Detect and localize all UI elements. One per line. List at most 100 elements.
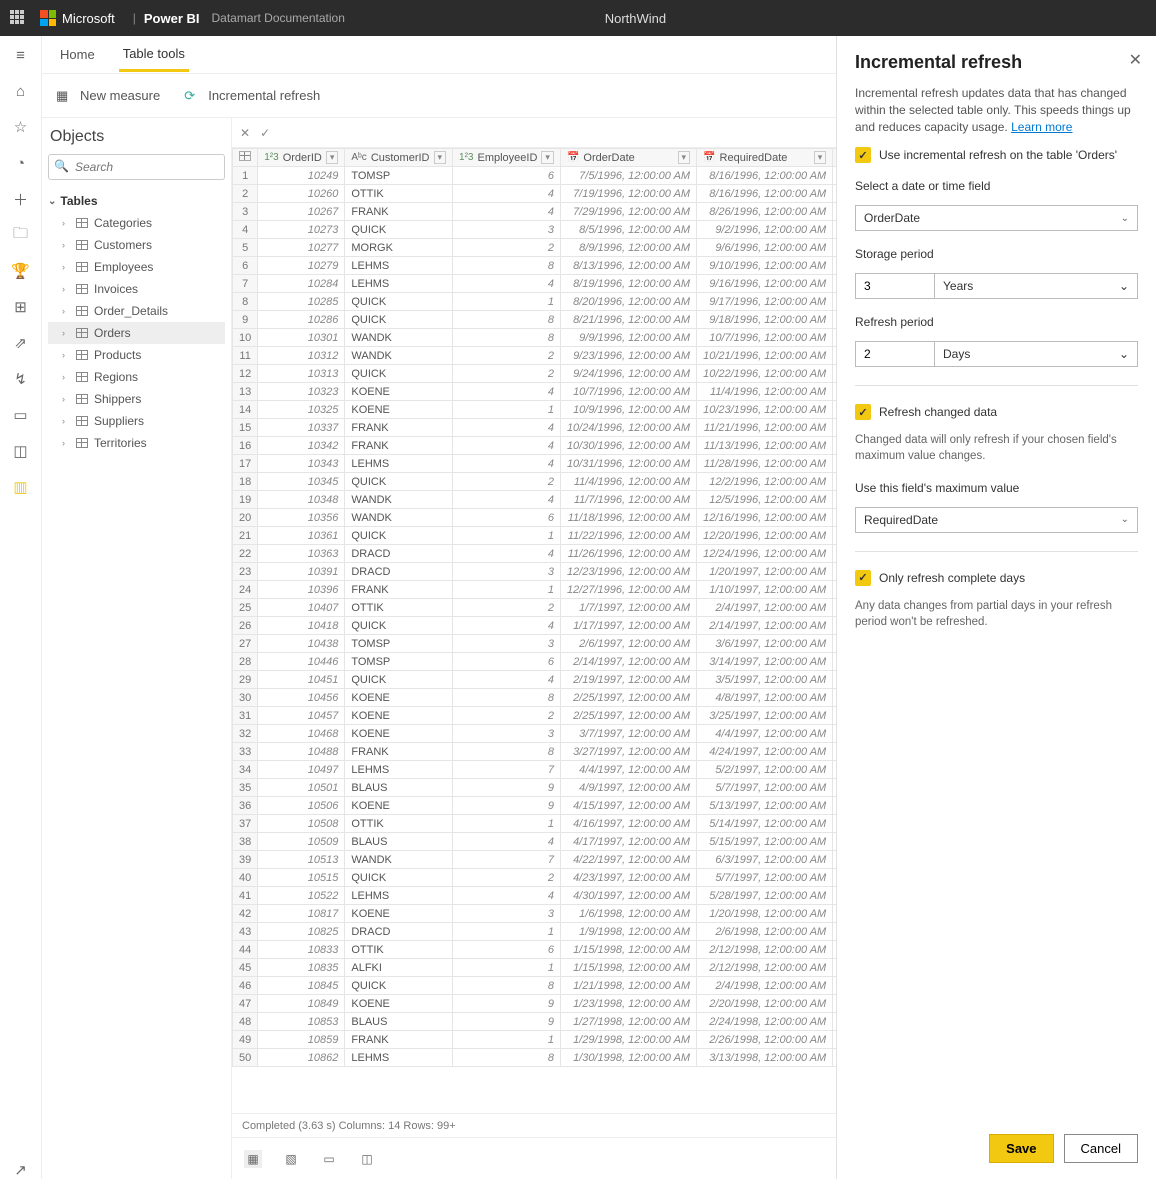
- table-row[interactable]: 1610342FRANK410/30/1996, 12:00:00 AM11/1…: [233, 437, 837, 455]
- table-row[interactable]: 210260OTTIK47/19/1996, 12:00:00 AM8/16/1…: [233, 185, 837, 203]
- incremental-refresh-button[interactable]: ⟳ Incremental refresh: [184, 88, 320, 104]
- relation-view-icon[interactable]: ◫: [358, 1150, 376, 1168]
- storage-unit-select[interactable]: Years ⌄: [935, 273, 1138, 299]
- app-launcher-icon[interactable]: [10, 10, 26, 26]
- table-row[interactable]: 3310488FRANK83/27/1997, 12:00:00 AM4/24/…: [233, 743, 837, 761]
- share-icon[interactable]: ⇗: [12, 334, 30, 352]
- workspace-icon[interactable]: ◫: [12, 442, 30, 460]
- column-filter-icon[interactable]: ▾: [814, 151, 827, 164]
- table-row[interactable]: 4010515QUICK24/23/1997, 12:00:00 AM5/7/1…: [233, 869, 837, 887]
- refresh-unit-select[interactable]: Days ⌄: [935, 341, 1138, 367]
- save-button[interactable]: Save: [989, 1134, 1053, 1163]
- table-row[interactable]: 610279LEHMS88/13/1996, 12:00:00 AM9/10/1…: [233, 257, 837, 275]
- refresh-period-input[interactable]: [855, 341, 935, 367]
- table-row[interactable]: 2010356WANDK611/18/1996, 12:00:00 AM12/1…: [233, 509, 837, 527]
- datamart-icon[interactable]: ▥: [12, 478, 30, 496]
- table-item-invoices[interactable]: ›Invoices: [48, 278, 225, 300]
- complete-days-checkbox[interactable]: ✓ Only refresh complete days: [855, 570, 1138, 586]
- grid-scroll[interactable]: 1²3OrderID▾AᵇcCustomerID▾1²3EmployeeID▾📅…: [232, 148, 836, 1113]
- table-row[interactable]: 2410396FRANK112/27/1996, 12:00:00 AM1/10…: [233, 581, 837, 599]
- table-item-employees[interactable]: ›Employees: [48, 256, 225, 278]
- table-row[interactable]: 1210313QUICK29/24/1996, 12:00:00 AM10/22…: [233, 365, 837, 383]
- table-item-products[interactable]: ›Products: [48, 344, 225, 366]
- data-icon[interactable]: 🗀: [12, 226, 30, 244]
- table-row[interactable]: 4810853BLAUS91/27/1998, 12:00:00 AM2/24/…: [233, 1013, 837, 1031]
- goals-icon[interactable]: 🏆: [12, 262, 30, 280]
- table-view-icon[interactable]: ▦: [244, 1150, 262, 1168]
- table-row[interactable]: 2210363DRACD411/26/1996, 12:00:00 AM12/2…: [233, 545, 837, 563]
- table-row[interactable]: 110249TOMSP67/5/1996, 12:00:00 AM8/16/19…: [233, 167, 837, 185]
- table-item-categories[interactable]: ›Categories: [48, 212, 225, 234]
- table-row[interactable]: 4910859FRANK11/29/1998, 12:00:00 AM2/26/…: [233, 1031, 837, 1049]
- tab-home[interactable]: Home: [56, 39, 99, 70]
- query-view-icon[interactable]: ▭: [320, 1150, 338, 1168]
- column-filter-icon[interactable]: ▾: [541, 151, 554, 164]
- table-row[interactable]: 4510835ALFKI11/15/1998, 12:00:00 AM2/12/…: [233, 959, 837, 977]
- star-icon[interactable]: ☆: [12, 118, 30, 136]
- table-row[interactable]: 4710849KOENE91/23/1998, 12:00:00 AM2/20/…: [233, 995, 837, 1013]
- table-row[interactable]: 1310323KOENE410/7/1996, 12:00:00 AM11/4/…: [233, 383, 837, 401]
- table-row[interactable]: 510277MORGK28/9/1996, 12:00:00 AM9/6/199…: [233, 239, 837, 257]
- tab-table-tools[interactable]: Table tools: [119, 38, 189, 72]
- storage-period-input[interactable]: [855, 273, 935, 299]
- column-filter-icon[interactable]: ▾: [434, 151, 447, 164]
- learn-icon[interactable]: ▭: [12, 406, 30, 424]
- table-row[interactable]: 1010301WANDK89/9/1996, 12:00:00 AM10/7/1…: [233, 329, 837, 347]
- apps-icon[interactable]: ⊞: [12, 298, 30, 316]
- accept-formula-icon[interactable]: ✓: [260, 126, 270, 140]
- table-row[interactable]: 4610845QUICK81/21/1998, 12:00:00 AM2/4/1…: [233, 977, 837, 995]
- row-header-corner[interactable]: [233, 149, 258, 167]
- table-row[interactable]: 2310391DRACD312/23/1996, 12:00:00 AM1/20…: [233, 563, 837, 581]
- table-row[interactable]: 1110312WANDK29/23/1996, 12:00:00 AM10/21…: [233, 347, 837, 365]
- table-row[interactable]: 310267FRANK47/29/1996, 12:00:00 AM8/26/1…: [233, 203, 837, 221]
- table-row[interactable]: 2810446TOMSP62/14/1997, 12:00:00 AM3/14/…: [233, 653, 837, 671]
- table-item-orders[interactable]: ›Orders: [48, 322, 225, 344]
- table-row[interactable]: 3610506KOENE94/15/1997, 12:00:00 AM5/13/…: [233, 797, 837, 815]
- table-item-shippers[interactable]: ›Shippers: [48, 388, 225, 410]
- table-item-regions[interactable]: ›Regions: [48, 366, 225, 388]
- column-filter-icon[interactable]: ▾: [678, 151, 691, 164]
- close-icon[interactable]: ✕: [1129, 50, 1142, 70]
- table-row[interactable]: 3210468KOENE33/7/1997, 12:00:00 AM4/4/19…: [233, 725, 837, 743]
- refresh-changed-checkbox[interactable]: ✓ Refresh changed data: [855, 404, 1138, 420]
- max-field-select[interactable]: RequiredDate ⌄: [855, 507, 1138, 533]
- table-row[interactable]: 3110457KOENE22/25/1997, 12:00:00 AM3/25/…: [233, 707, 837, 725]
- table-row[interactable]: 3810509BLAUS44/17/1997, 12:00:00 AM5/15/…: [233, 833, 837, 851]
- table-row[interactable]: 2710438TOMSP32/6/1997, 12:00:00 AM3/6/19…: [233, 635, 837, 653]
- formula-input[interactable]: [280, 126, 828, 140]
- table-item-order_details[interactable]: ›Order_Details: [48, 300, 225, 322]
- column-header-requireddate[interactable]: 📅RequiredDate▾: [697, 149, 833, 167]
- table-row[interactable]: 810285QUICK18/20/1996, 12:00:00 AM9/17/1…: [233, 293, 837, 311]
- table-row[interactable]: 4110522LEHMS44/30/1997, 12:00:00 AM5/28/…: [233, 887, 837, 905]
- table-row[interactable]: 3410497LEHMS74/4/1997, 12:00:00 AM5/2/19…: [233, 761, 837, 779]
- table-row[interactable]: 1710343LEHMS410/31/1996, 12:00:00 AM11/2…: [233, 455, 837, 473]
- table-row[interactable]: 4210817KOENE31/6/1998, 12:00:00 AM1/20/1…: [233, 905, 837, 923]
- table-row[interactable]: 4310825DRACD11/9/1998, 12:00:00 AM2/6/19…: [233, 923, 837, 941]
- column-header-orderdate[interactable]: 📅OrderDate▾: [560, 149, 696, 167]
- table-item-customers[interactable]: ›Customers: [48, 234, 225, 256]
- table-item-territories[interactable]: ›Territories: [48, 432, 225, 454]
- table-row[interactable]: 910286QUICK88/21/1996, 12:00:00 AM9/18/1…: [233, 311, 837, 329]
- table-row[interactable]: 2610418QUICK41/17/1997, 12:00:00 AM2/14/…: [233, 617, 837, 635]
- learn-more-link[interactable]: Learn more: [1011, 120, 1072, 134]
- table-row[interactable]: 2510407OTTIK21/7/1997, 12:00:00 AM2/4/19…: [233, 599, 837, 617]
- tables-group[interactable]: ⌄ Tables: [48, 194, 225, 208]
- table-row[interactable]: 1510337FRANK410/24/1996, 12:00:00 AM11/2…: [233, 419, 837, 437]
- deploy-icon[interactable]: ↯: [12, 370, 30, 388]
- search-input[interactable]: [48, 154, 225, 180]
- column-filter-icon[interactable]: ▾: [326, 151, 339, 164]
- table-row[interactable]: 3010456KOENE82/25/1997, 12:00:00 AM4/8/1…: [233, 689, 837, 707]
- use-incremental-checkbox[interactable]: ✓ Use incremental refresh on the table '…: [855, 147, 1138, 163]
- table-row[interactable]: 1810345QUICK211/4/1996, 12:00:00 AM12/2/…: [233, 473, 837, 491]
- new-measure-button[interactable]: ▦ New measure: [56, 88, 160, 104]
- table-row[interactable]: 2110361QUICK111/22/1996, 12:00:00 AM12/2…: [233, 527, 837, 545]
- column-header-employeeid[interactable]: 1²3EmployeeID▾: [453, 149, 561, 167]
- recent-icon[interactable]: ◔: [12, 154, 30, 172]
- table-row[interactable]: 3510501BLAUS94/9/1997, 12:00:00 AM5/7/19…: [233, 779, 837, 797]
- table-row[interactable]: 1410325KOENE110/9/1996, 12:00:00 AM10/23…: [233, 401, 837, 419]
- table-row[interactable]: 410273QUICK38/5/1996, 12:00:00 AM9/2/199…: [233, 221, 837, 239]
- table-row[interactable]: 3910513WANDK74/22/1997, 12:00:00 AM6/3/1…: [233, 851, 837, 869]
- add-icon[interactable]: ＋: [12, 190, 30, 208]
- cancel-button[interactable]: Cancel: [1064, 1134, 1138, 1163]
- home-icon[interactable]: ⌂: [12, 82, 30, 100]
